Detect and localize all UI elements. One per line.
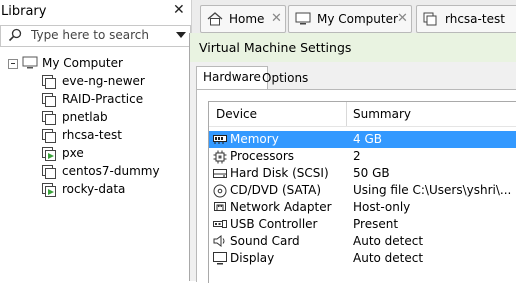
- hardware-summary-label: Present: [353, 217, 399, 231]
- hardware-summary-label: Auto detect: [353, 234, 424, 248]
- search-icon: [8, 28, 22, 45]
- hardware-summary-label: Auto detect: [353, 251, 424, 265]
- hardware-device-label: Memory: [230, 132, 279, 146]
- library-search-box[interactable]: [0, 25, 191, 47]
- hardware-table: Device Summary Memory 4 GB Processors 2 Hard…: [208, 101, 516, 283]
- library-header: Library ✕: [0, 0, 191, 24]
- hardware-row[interactable]: USB Controller Present: [209, 216, 516, 233]
- hard-disk-icon: [213, 167, 227, 182]
- hardware-device-label: Display: [230, 251, 275, 265]
- usb-icon: [213, 218, 227, 233]
- hardware-table-header: Device Summary: [209, 102, 516, 127]
- hardware-device-label: Sound Card: [230, 234, 300, 248]
- hardware-summary-label: 2: [353, 149, 361, 163]
- tab-bar: Home ✕ My Computer ✕ rhcsa-test: [191, 0, 516, 37]
- vm-icon: [42, 75, 56, 89]
- computer-icon: [22, 56, 38, 75]
- tab-my-computer[interactable]: My Computer ✕: [288, 5, 412, 33]
- sound-card-icon: [213, 235, 227, 250]
- memory-icon: [213, 133, 227, 148]
- tab-my-computer-close-icon[interactable]: ✕: [397, 11, 408, 26]
- hardware-panel: Device Summary Memory 4 GB Processors 2 Hard…: [196, 89, 516, 283]
- library-close-icon[interactable]: ✕: [173, 2, 185, 18]
- tab-options[interactable]: Options: [256, 68, 314, 88]
- tree-item-label: RAID-Practice: [62, 92, 144, 106]
- dialog-title: Virtual Machine Settings: [199, 40, 352, 55]
- tab-my-computer-label: My Computer: [317, 12, 398, 26]
- vm-settings-dialog: Virtual Machine Settings Hardware Option…: [189, 33, 516, 283]
- hardware-summary-label: 4 GB: [353, 132, 382, 146]
- column-header-summary[interactable]: Summary: [353, 107, 411, 121]
- vm-running-icon: [42, 183, 56, 197]
- search-input[interactable]: [31, 27, 171, 43]
- hardware-summary-label: Using file C:\Users\yshri\...: [353, 183, 512, 197]
- tree-item-label: pnetlab: [62, 110, 108, 124]
- vm-icon: [42, 165, 56, 179]
- hardware-summary-label: Host-only: [353, 200, 411, 214]
- dialog-titlebar[interactable]: Virtual Machine Settings: [190, 33, 516, 62]
- hardware-device-label: Hard Disk (SCSI): [230, 166, 329, 180]
- tree-item-label: pxe: [62, 146, 84, 160]
- tab-home-close-icon[interactable]: ✕: [271, 11, 282, 26]
- hardware-row[interactable]: CD/DVD (SATA) Using file C:\Users\yshri\.…: [209, 182, 516, 199]
- library-title: Library: [1, 4, 47, 19]
- hardware-row[interactable]: Memory 4 GB: [209, 131, 516, 148]
- tab-home[interactable]: Home ✕: [200, 5, 286, 33]
- hardware-device-label: CD/DVD (SATA): [230, 183, 322, 197]
- tab-rhcsa-test[interactable]: rhcsa-test: [416, 5, 516, 33]
- vm-running-icon: [42, 147, 56, 161]
- hardware-device-label: Processors: [230, 149, 295, 163]
- display-icon: [213, 252, 227, 268]
- tree-item-label: eve-ng-newer: [62, 74, 145, 88]
- vm-icon: [42, 111, 56, 125]
- hardware-row[interactable]: Network Adapter Host-only: [209, 199, 516, 216]
- tree-root-label: My Computer: [42, 56, 123, 70]
- home-icon: [207, 12, 223, 29]
- collapse-toggle-icon[interactable]: [8, 59, 18, 69]
- hardware-row[interactable]: Sound Card Auto detect: [209, 233, 516, 250]
- hardware-row[interactable]: Processors 2: [209, 148, 516, 165]
- computer-icon: [295, 12, 311, 29]
- hardware-summary-label: 50 GB: [353, 166, 390, 180]
- dialog-tabs: Hardware Options: [190, 66, 516, 90]
- hardware-row[interactable]: Display Auto detect: [209, 250, 516, 267]
- tab-rhcsa-test-label: rhcsa-test: [445, 12, 505, 26]
- hardware-device-label: Network Adapter: [230, 200, 332, 214]
- tree-item-label: centos7-dummy: [62, 164, 160, 178]
- column-separator[interactable]: [346, 102, 347, 126]
- network-adapter-icon: [213, 201, 227, 216]
- vm-icon: [42, 129, 56, 143]
- hardware-row[interactable]: Hard Disk (SCSI) 50 GB: [209, 165, 516, 182]
- vm-icon: [423, 12, 437, 29]
- hardware-device-label: USB Controller: [230, 217, 318, 231]
- tree-item-label: rhcsa-test: [62, 128, 122, 142]
- search-dropdown-arrow-icon[interactable]: [176, 32, 186, 38]
- tab-home-label: Home: [229, 12, 265, 26]
- library-panel: Library ✕ My Computer eve-ng-newer RAID-P…: [0, 0, 191, 281]
- tree-item-label: rocky-data: [62, 182, 126, 196]
- column-header-device[interactable]: Device: [216, 107, 257, 121]
- vm-icon: [42, 93, 56, 107]
